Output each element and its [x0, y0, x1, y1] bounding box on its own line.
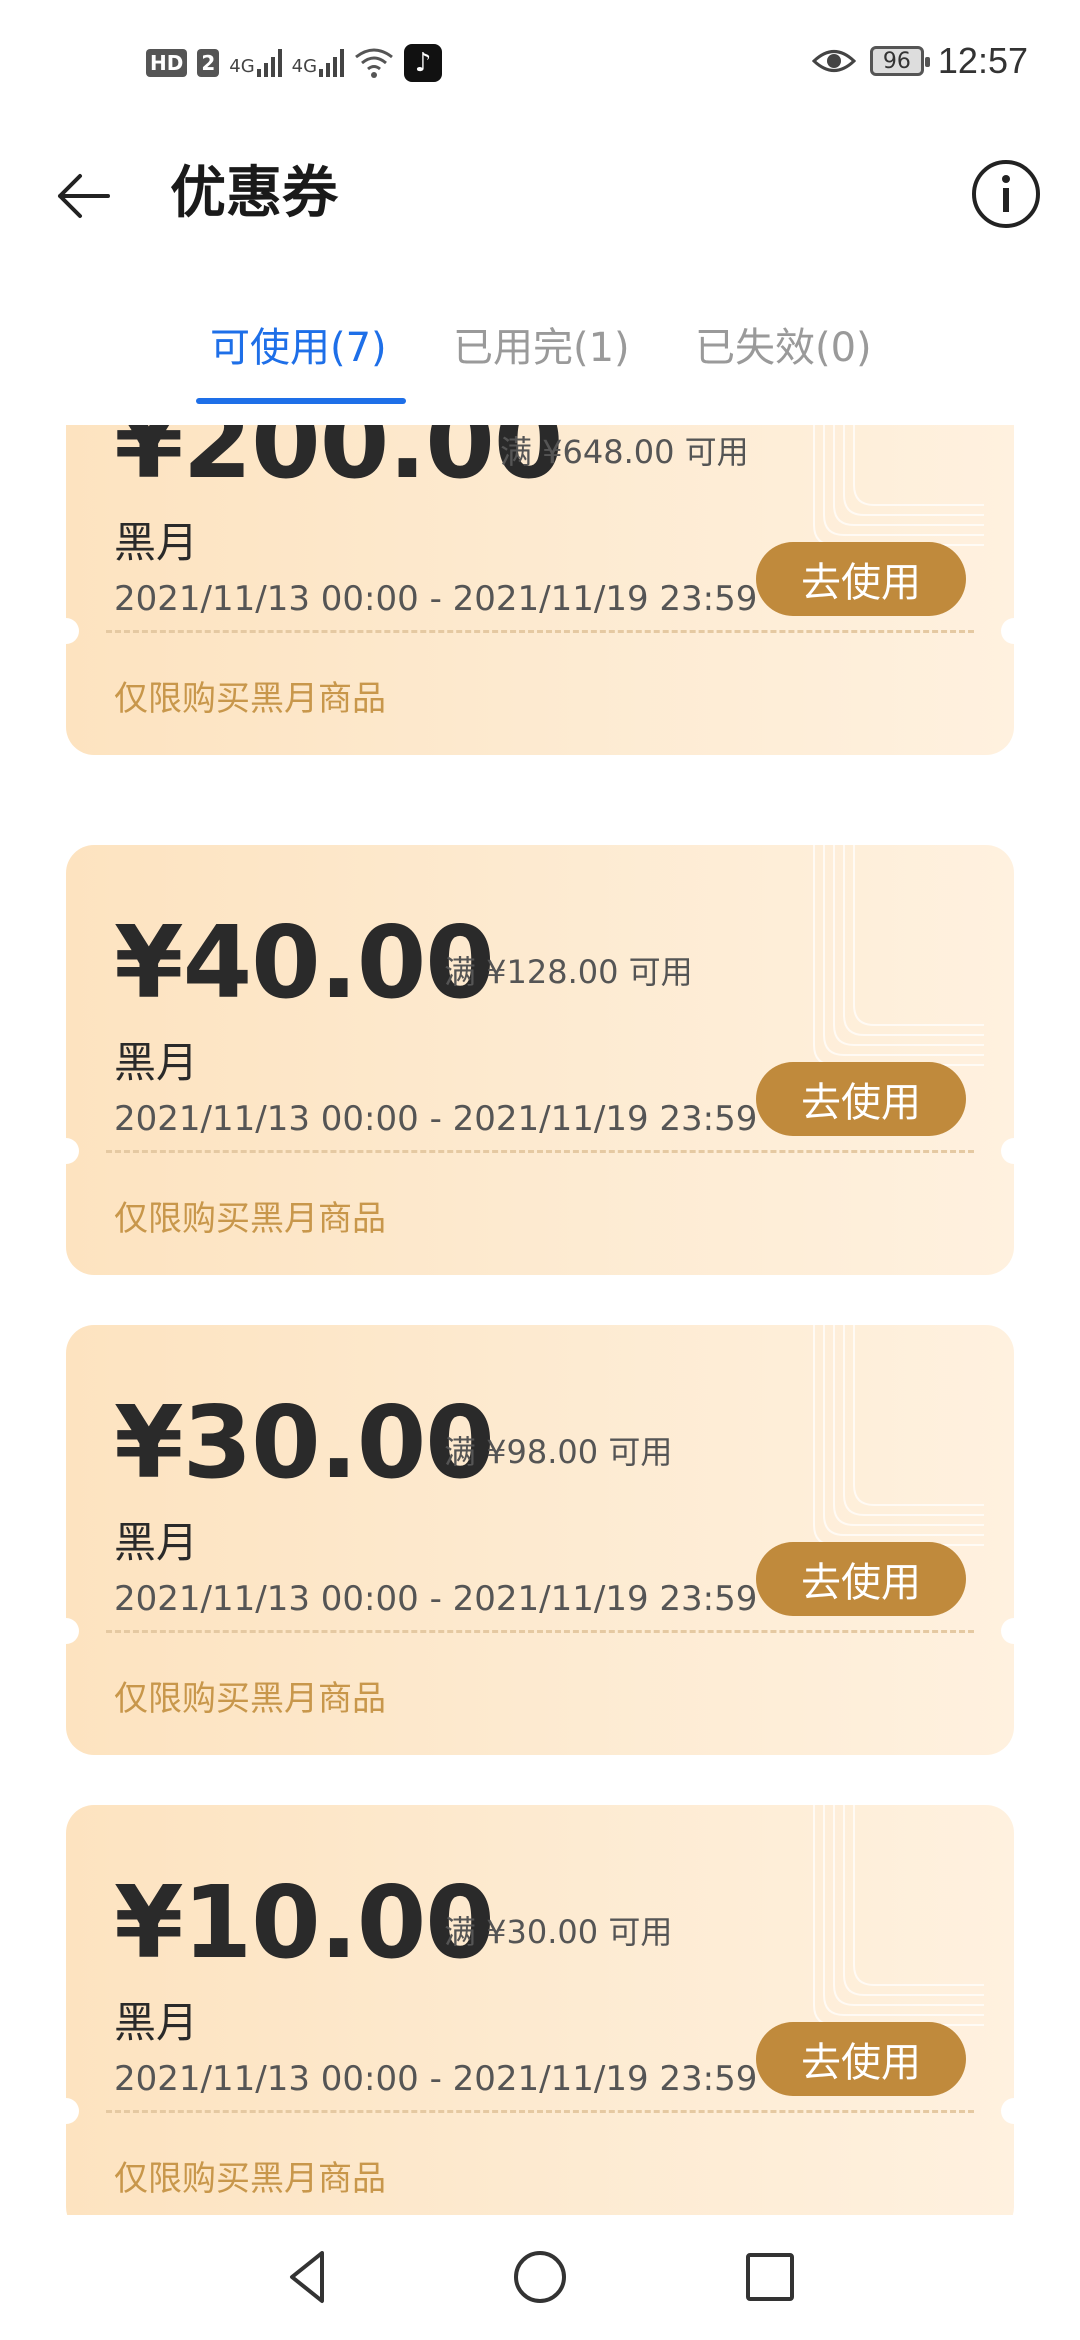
tiktok-icon: ♪	[404, 44, 443, 82]
coupon-amount: ¥30.00	[114, 1384, 495, 1501]
coupon-shop: 黑月	[114, 518, 199, 567]
coupon-period: 2021/11/13 00:00 - 2021/11/19 23:59	[114, 1099, 758, 1139]
network-type-2: 4G	[291, 56, 318, 77]
coupon-amount: ¥10.00	[114, 1864, 495, 1981]
battery-level: 96	[882, 48, 911, 74]
sim-badge: 2	[197, 49, 220, 77]
coupon-period: 2021/11/13 00:00 - 2021/11/19 23:59	[114, 1579, 758, 1619]
coupon-card: ¥10.00 满 ¥30.00 可用 黑月 2021/11/13 00:00 -…	[66, 1805, 1014, 2215]
page-title: 优惠券	[170, 161, 338, 226]
coupon-limit: 仅限购买黑月商品	[114, 1679, 386, 1719]
active-tab-indicator	[196, 398, 406, 404]
coupon-condition: 满 ¥648.00 可用	[500, 433, 749, 471]
coupon-limit: 仅限购买黑月商品	[114, 679, 386, 719]
info-icon[interactable]	[970, 158, 1042, 230]
battery-icon: 96	[869, 46, 930, 76]
coupon-card: ¥30.00 满 ¥98.00 可用 黑月 2021/11/13 00:00 -…	[66, 1325, 1014, 1755]
coupon-condition: 满 ¥98.00 可用	[444, 1433, 673, 1471]
coupon-divider	[106, 1150, 974, 1153]
use-coupon-button[interactable]: 去使用	[756, 1542, 966, 1616]
use-coupon-button[interactable]: 去使用	[756, 542, 966, 616]
app-header: 优惠券	[0, 130, 1080, 260]
status-right: 96 12:57	[811, 40, 1028, 82]
coupon-card: ¥200.00 满 ¥648.00 可用 黑月 2021/11/13 00:00…	[66, 425, 1014, 755]
coupon-condition: 满 ¥128.00 可用	[444, 953, 693, 991]
signal-icon-2: 4G	[291, 49, 345, 77]
nav-recents-icon[interactable]	[738, 2245, 802, 2309]
coupon-amount: ¥40.00	[114, 904, 495, 1021]
use-coupon-button[interactable]: 去使用	[756, 1062, 966, 1136]
coupon-shop: 黑月	[114, 1998, 199, 2047]
coupon-tabs: 可使用(7) 已用完(1) 已失效(0)	[0, 290, 1080, 410]
network-type-1: 4G	[229, 56, 255, 77]
use-coupon-button[interactable]: 去使用	[756, 2022, 966, 2096]
tab-available[interactable]: 可使用(7)	[210, 318, 387, 378]
tab-expired[interactable]: 已失效(0)	[695, 318, 872, 378]
status-bar: HD 2 4G 4G ♪ 96 12:57	[0, 0, 1080, 130]
signal-icon: 4G	[229, 49, 282, 77]
nav-back-icon[interactable]	[278, 2245, 342, 2309]
coupon-period: 2021/11/13 00:00 - 2021/11/19 23:59	[114, 579, 758, 619]
back-arrow-icon[interactable]	[52, 164, 116, 228]
coupon-divider	[106, 2110, 974, 2113]
wifi-icon	[355, 48, 393, 78]
nav-home-icon[interactable]	[508, 2245, 572, 2309]
coupon-divider	[106, 630, 974, 633]
clock: 12:57	[937, 40, 1028, 81]
coupon-card: ¥40.00 满 ¥128.00 可用 黑月 2021/11/13 00:00 …	[66, 845, 1014, 1275]
coupon-period: 2021/11/13 00:00 - 2021/11/19 23:59	[114, 2059, 758, 2099]
coupon-condition: 满 ¥30.00 可用	[444, 1913, 673, 1951]
coupon-list[interactable]: ¥200.00 满 ¥648.00 可用 黑月 2021/11/13 00:00…	[0, 425, 1080, 2215]
hd-badge: HD	[146, 49, 188, 77]
tab-used[interactable]: 已用完(1)	[453, 318, 630, 378]
status-left: HD 2 4G 4G ♪	[146, 44, 443, 82]
system-nav-bar	[0, 2215, 1080, 2340]
coupon-amount: ¥200.00	[114, 425, 563, 501]
eye-icon	[811, 50, 856, 72]
coupon-divider	[106, 1630, 974, 1633]
coupon-limit: 仅限购买黑月商品	[114, 2159, 386, 2199]
coupon-shop: 黑月	[114, 1518, 199, 1567]
coupon-shop: 黑月	[114, 1038, 199, 1087]
coupon-limit: 仅限购买黑月商品	[114, 1199, 386, 1239]
